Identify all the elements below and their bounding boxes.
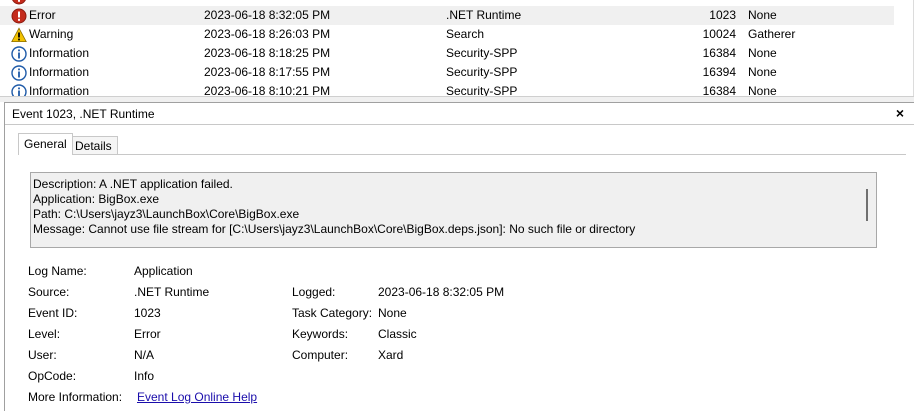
user-label: User: xyxy=(28,348,57,362)
error-icon xyxy=(11,8,27,24)
event-id: 16384 xyxy=(702,46,736,60)
event-level: Information xyxy=(29,84,90,96)
event-id-label: Event ID: xyxy=(28,306,78,320)
keywords-label: Keywords: xyxy=(292,327,349,341)
source-value: .NET Runtime xyxy=(134,285,210,299)
event-source: Search xyxy=(446,27,485,41)
event-list-scrollbar[interactable] xyxy=(894,0,913,96)
more-information-label: More Information: xyxy=(28,390,123,404)
event-list[interactable]: Error 2023-06-18 8:32:05 PM .NET Runtime 10… xyxy=(0,0,914,96)
description-line: Message: Cannot use file stream for [C:\… xyxy=(33,222,636,236)
event-id: 1023 xyxy=(709,8,736,22)
task-category-value: None xyxy=(378,306,407,320)
event-row[interactable]: Warning 2023-06-18 8:26:03 PM Search 10024 G… xyxy=(0,25,894,44)
event-id-value: 1023 xyxy=(134,306,161,320)
event-log-online-help-link[interactable]: Event Log Online Help xyxy=(137,390,257,404)
level-label: Level: xyxy=(28,327,61,341)
event-row[interactable]: Information 2023-06-18 8:17:55 PM Security… xyxy=(0,63,894,82)
event-source: Security-SPP xyxy=(446,84,518,96)
event-row[interactable]: Error 2023-06-18 8:32:05 PM .NET Runtime 10… xyxy=(0,6,894,25)
tab-details[interactable]: Details xyxy=(69,136,118,155)
information-icon xyxy=(11,46,27,62)
opcode-label: OpCode: xyxy=(28,369,77,383)
description-scrollbar[interactable] xyxy=(866,189,868,221)
log-name-value: Application xyxy=(134,264,193,278)
event-task-category: None xyxy=(748,65,777,79)
event-date-time: 2023-06-18 8:10:21 PM xyxy=(204,84,331,96)
information-icon xyxy=(11,65,27,81)
description-line: Path: C:\Users\jayz3\LaunchBox\Core\BigB… xyxy=(33,207,300,221)
detail-title: Event 1023, .NET Runtime xyxy=(12,107,155,121)
event-task-category: None xyxy=(748,46,777,60)
event-task-category: Gatherer xyxy=(748,27,796,41)
event-date-time: 2023-06-18 8:26:03 PM xyxy=(204,27,331,41)
opcode-value: Info xyxy=(134,369,155,383)
event-detail-pane: Event 1023, .NET Runtime × General Detai… xyxy=(4,102,914,411)
event-date-time: 2023-06-18 8:17:55 PM xyxy=(204,65,331,79)
event-task-category: None xyxy=(748,8,777,22)
event-source: Security-SPP xyxy=(446,65,518,79)
detail-header: Event 1023, .NET Runtime × xyxy=(5,103,914,125)
logged-value: 2023-06-18 8:32:05 PM xyxy=(378,285,505,299)
event-level: Warning xyxy=(29,27,74,41)
source-label: Source: xyxy=(28,285,70,299)
keywords-value: Classic xyxy=(378,327,417,341)
event-id: 16384 xyxy=(702,84,736,96)
event-level: Information xyxy=(29,65,90,79)
user-value: N/A xyxy=(134,348,155,362)
event-source: .NET Runtime xyxy=(446,8,522,22)
event-description-box[interactable]: Description: A .NET application failed. … xyxy=(30,172,877,248)
log-name-label: Log Name: xyxy=(28,264,87,278)
event-row[interactable]: Information 2023-06-18 8:18:25 PM Security… xyxy=(0,44,894,63)
event-level: Error xyxy=(29,8,56,22)
event-row[interactable]: Information 2023-06-18 8:10:21 PM Security… xyxy=(0,82,894,96)
level-value: Error xyxy=(134,327,161,341)
description-line: Description: A .NET application failed. xyxy=(33,177,233,191)
error-icon xyxy=(12,0,26,5)
description-line: Application: BigBox.exe xyxy=(33,192,160,206)
event-id: 16394 xyxy=(702,65,736,79)
event-level: Information xyxy=(29,46,90,60)
event-id: 10024 xyxy=(702,27,736,41)
close-detail-button[interactable]: × xyxy=(892,105,908,121)
computer-label: Computer: xyxy=(292,348,349,362)
task-category-label: Task Category: xyxy=(292,306,373,320)
event-source: Security-SPP xyxy=(446,46,518,60)
warning-icon xyxy=(11,27,27,42)
logged-label: Logged: xyxy=(292,285,336,299)
information-icon xyxy=(11,84,27,96)
computer-value: Xard xyxy=(378,348,404,362)
event-task-category: None xyxy=(748,84,777,96)
event-date-time: 2023-06-18 8:32:05 PM xyxy=(204,8,331,22)
tab-general[interactable]: General xyxy=(18,133,73,155)
event-date-time: 2023-06-18 8:18:25 PM xyxy=(204,46,331,60)
